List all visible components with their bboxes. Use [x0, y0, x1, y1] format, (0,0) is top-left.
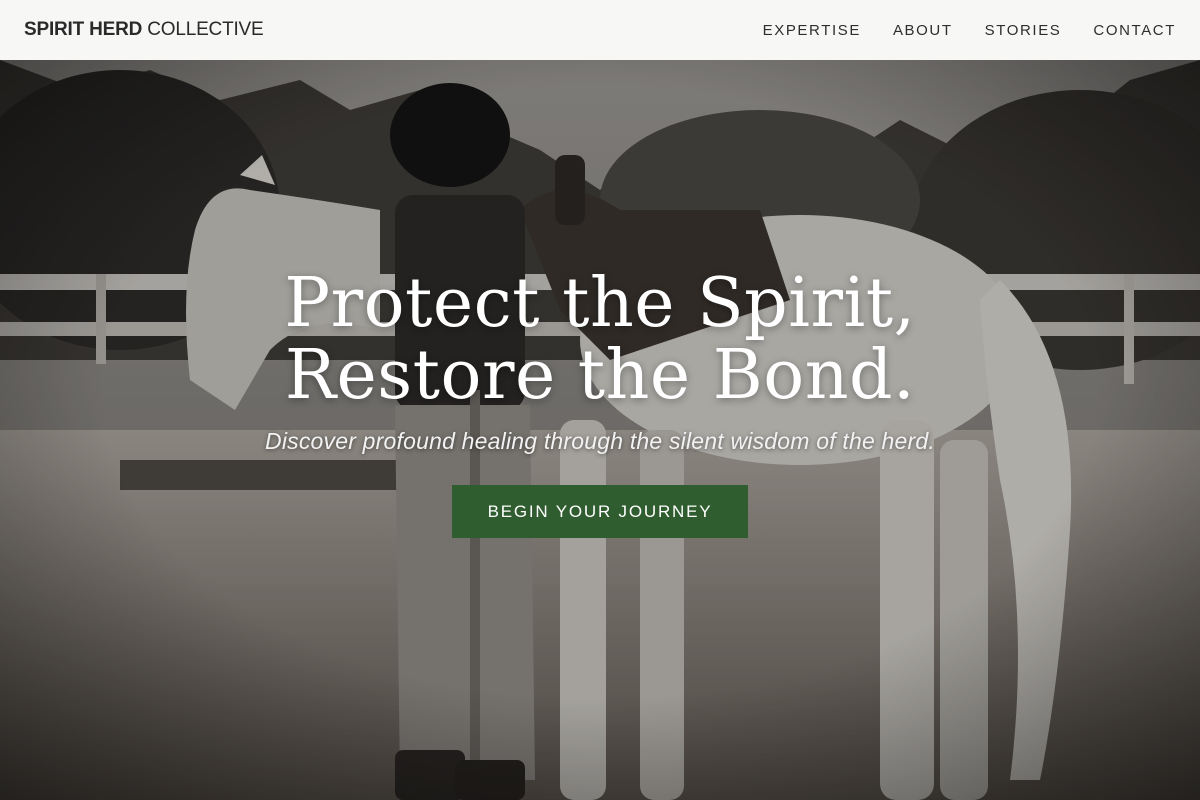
brand-name-strong: SPIRIT HERD [24, 19, 143, 40]
hero-content: Protect the Spirit, Restore the Bond. Di… [0, 268, 1200, 538]
nav-link-expertise[interactable]: EXPERTISE [763, 22, 861, 39]
brand-name-light: COLLECTIVE [142, 19, 264, 40]
nav-link-contact[interactable]: CONTACT [1093, 22, 1176, 39]
nav-link-stories[interactable]: STORIES [985, 22, 1062, 39]
site-logo[interactable]: SPIRIT HERD COLLECTIVE [24, 19, 264, 41]
hero-headline-line-2: Restore the Bond. [284, 336, 916, 415]
nav-link-about[interactable]: ABOUT [893, 22, 953, 39]
main-nav: EXPERTISE ABOUT STORIES CONTACT [763, 22, 1176, 39]
hero-subheadline: Discover profound healing through the si… [265, 428, 935, 454]
hero-section: Protect the Spirit, Restore the Bond. Di… [0, 60, 1200, 800]
begin-journey-button[interactable]: BEGIN YOUR JOURNEY [452, 485, 748, 538]
hero-headline-line-1: Protect the Spirit, [284, 264, 916, 343]
site-header: SPIRIT HERD COLLECTIVE EXPERTISE ABOUT S… [0, 0, 1200, 60]
hero-headline: Protect the Spirit, Restore the Bond. [0, 268, 1200, 412]
